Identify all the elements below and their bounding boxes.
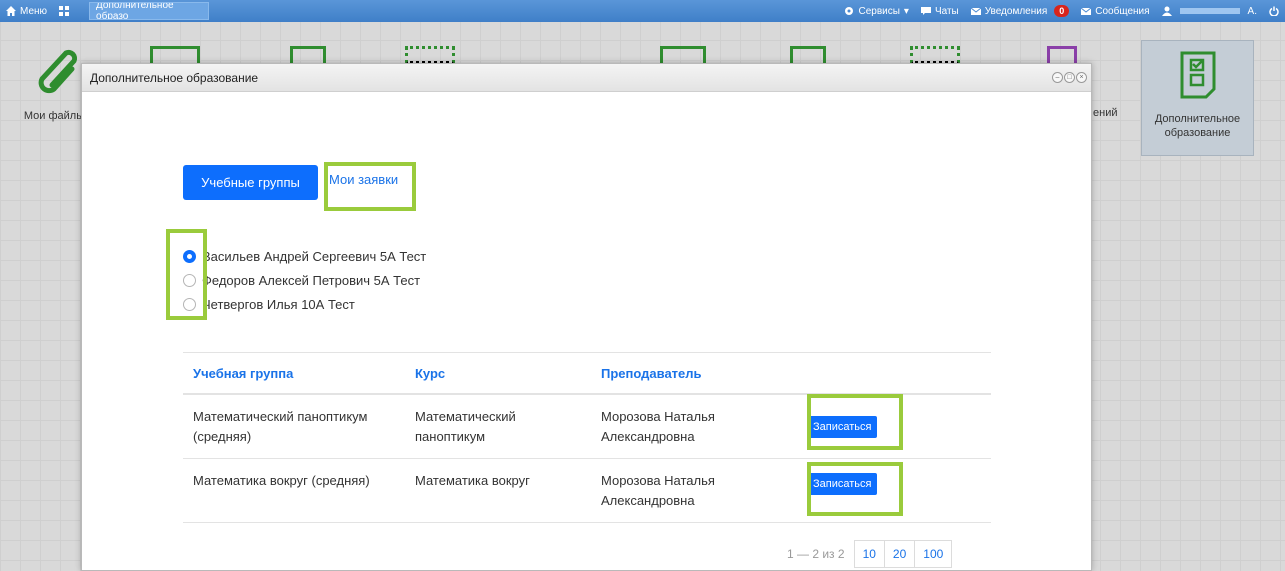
cell-teacher: Морозова Наталья Александровна xyxy=(601,471,807,511)
cell-text: Математический xyxy=(415,408,516,424)
highlight-box xyxy=(807,394,903,450)
cell-course: Математика вокруг xyxy=(415,459,601,491)
window-controls: – □ × xyxy=(1052,72,1087,83)
chats-label: Чаты xyxy=(934,5,959,17)
chat-icon xyxy=(920,7,931,15)
student-name: Четвергов Илья 10А Тест xyxy=(202,296,355,312)
student-name: Васильев Андрей Сергеевич 5А Тест xyxy=(202,248,427,264)
page-size-option[interactable]: 20 xyxy=(883,540,916,568)
desktop-icon-partial xyxy=(1047,46,1077,64)
tab-my-requests[interactable]: Мои заявки xyxy=(329,172,398,187)
taskbar-tab-label: Дополнительное образо xyxy=(96,2,174,20)
taskbar-tab-edu[interactable]: Дополнительное образо xyxy=(89,2,210,20)
student-radio-group: Васильев Андрей Сергеевич 5А Тест Федоро… xyxy=(183,244,426,316)
menu-button[interactable]: Меню xyxy=(0,6,53,17)
power-button[interactable] xyxy=(1263,6,1285,16)
column-header[interactable]: Учебная группа xyxy=(183,366,415,381)
cell-text: Математика вокруг xyxy=(415,473,530,488)
services-label: Сервисы xyxy=(858,5,900,17)
notifications-badge: 0 xyxy=(1054,5,1070,17)
cell-text: Морозова Наталья xyxy=(601,408,715,424)
desktop-icon-label-partial: ений xyxy=(1093,107,1118,119)
column-header[interactable]: Курс xyxy=(415,366,601,381)
pagination-info: 1 — 2 из 2 xyxy=(787,547,845,561)
window-title: Дополнительное образование xyxy=(90,70,259,85)
student-option[interactable]: Четвергов Илья 10А Тест xyxy=(183,292,426,316)
cell-text: Математика вокруг (средняя) xyxy=(193,473,370,488)
minimize-icon[interactable]: – xyxy=(1052,72,1063,83)
grid-icon xyxy=(59,6,70,16)
cell-course: Математический паноптикум xyxy=(415,407,601,447)
desktop-icon-partial xyxy=(790,46,826,64)
highlight-box xyxy=(166,229,207,320)
user-initial: А. xyxy=(1247,5,1257,17)
cell-text: Математический паноптикум xyxy=(193,408,368,424)
column-header[interactable]: Преподаватель xyxy=(601,366,807,381)
additional-education-window: Дополнительное образование – □ × Учебные… xyxy=(81,63,1092,571)
services-menu[interactable]: Сервисы ▾ xyxy=(838,6,914,17)
gear-icon xyxy=(845,7,854,15)
top-bar: Меню Дополнительное образо Сервисы ▾ Чат… xyxy=(0,0,1285,22)
user-menu[interactable]: А. xyxy=(1156,6,1263,17)
desktop-icon-partial xyxy=(910,46,960,64)
cell-text: Морозова Наталья xyxy=(601,472,715,488)
cell-group: Математический паноптикум (средняя) xyxy=(183,407,415,447)
chats-button[interactable]: Чаты xyxy=(915,6,965,17)
user-name-redacted xyxy=(1179,8,1240,14)
student-option[interactable]: Федоров Алексей Петрович 5А Тест xyxy=(183,268,426,292)
desktop-icon-partial xyxy=(290,46,326,64)
home-icon xyxy=(6,6,16,16)
pagination: 1 — 2 из 2 10 20 100 xyxy=(787,540,953,568)
desktop-icon-additional-education[interactable]: Дополнительное образование xyxy=(1141,40,1254,156)
caret-down-icon: ▾ xyxy=(903,5,909,17)
cell-text: паноптикум xyxy=(415,428,486,444)
tab-study-groups[interactable]: Учебные группы xyxy=(183,165,318,200)
cell-group: Математика вокруг (средняя) xyxy=(183,459,415,491)
window-titlebar[interactable]: Дополнительное образование – □ × xyxy=(82,64,1091,92)
highlight-box xyxy=(807,462,903,516)
messages-label: Сообщения xyxy=(1095,5,1150,17)
cell-text: (средняя) xyxy=(193,428,252,444)
table-header: Учебная группа Курс Преподаватель xyxy=(183,352,991,395)
student-name: Федоров Алексей Петрович 5А Тест xyxy=(202,272,421,288)
maximize-icon[interactable]: □ xyxy=(1064,72,1075,83)
envelope-icon xyxy=(1081,7,1092,15)
cell-text: Александровна xyxy=(601,428,695,444)
close-icon[interactable]: × xyxy=(1076,72,1087,83)
user-icon xyxy=(1161,6,1172,16)
notifications-label: Уведомления xyxy=(984,5,1048,17)
envelope-icon xyxy=(970,7,981,15)
edu-label-line2: образование xyxy=(1164,127,1231,139)
page-size-option[interactable]: 100 xyxy=(914,540,953,568)
edu-label-line1: Дополнительное xyxy=(1154,113,1241,125)
desktop-icon-partial xyxy=(660,46,706,64)
notifications-button[interactable]: Уведомления 0 xyxy=(965,5,1076,17)
paperclip-icon xyxy=(38,49,78,94)
student-option[interactable]: Васильев Андрей Сергеевич 5А Тест xyxy=(183,244,426,268)
apps-grid-button[interactable] xyxy=(53,6,75,16)
desktop-icon-label: Дополнительное образование xyxy=(1142,112,1253,140)
messages-button[interactable]: Сообщения xyxy=(1075,6,1155,17)
desktop-icon-partial xyxy=(150,46,200,64)
page-size-option[interactable]: 10 xyxy=(853,540,885,568)
menu-label: Меню xyxy=(20,5,48,17)
checklist-document-icon xyxy=(1180,51,1215,99)
cell-text: Александровна xyxy=(601,492,695,508)
cell-teacher: Морозова Наталья Александровна xyxy=(601,407,807,447)
desktop-icon-partial xyxy=(405,46,455,64)
power-icon xyxy=(1269,6,1279,16)
